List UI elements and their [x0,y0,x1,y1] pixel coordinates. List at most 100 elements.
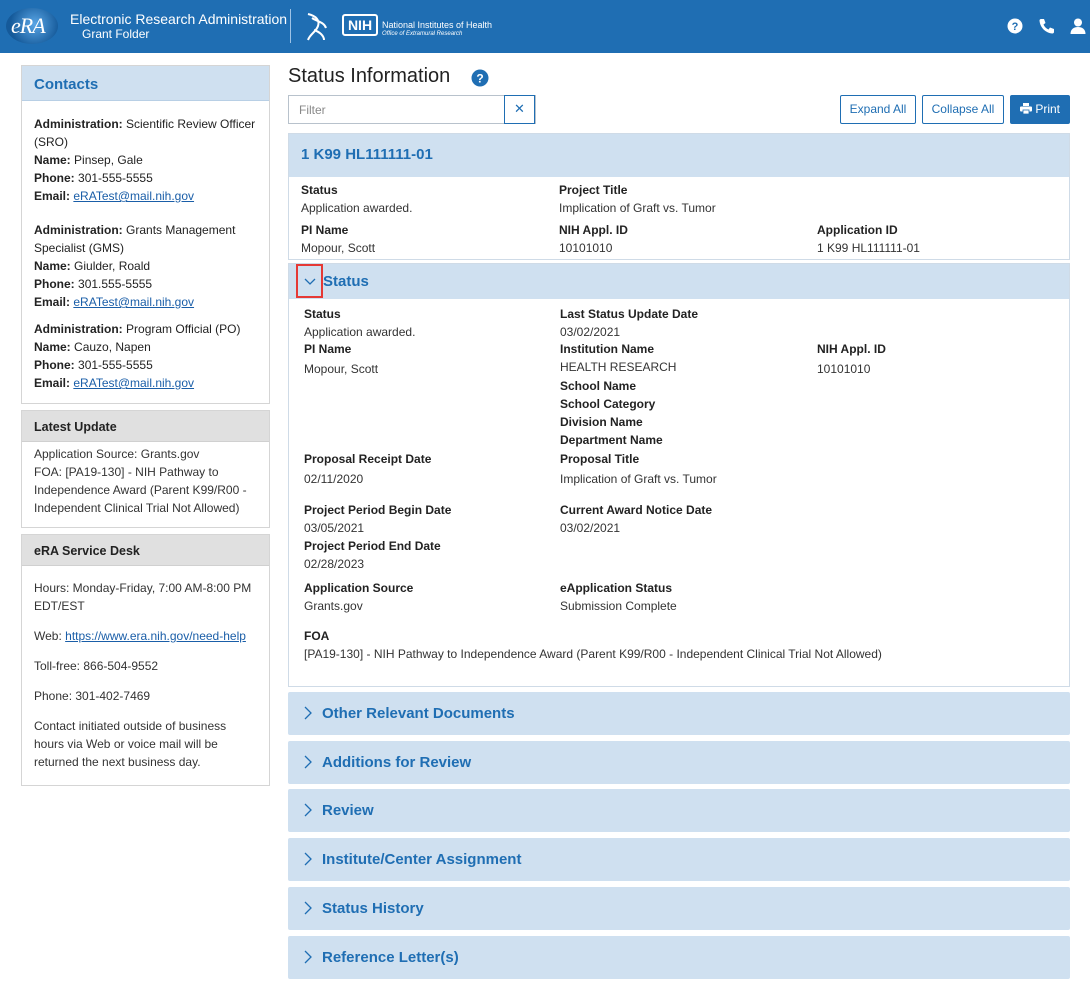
service-desk-phone: Phone: 301-402-7469 [34,689,151,703]
need-help-link[interactable]: https://www.era.nih.gov/need-help [65,629,246,643]
collapse-status-toggle[interactable] [296,264,323,298]
field-value: Application awarded. [304,325,416,339]
field-label: PI Name [301,223,349,237]
accordion-additions-for-review[interactable]: Additions for Review [288,741,1070,784]
field-value: 03/02/2021 [560,521,621,535]
contact-entry-sro: Administration: Scientific Review Office… [22,115,269,205]
svg-text:?: ? [476,72,483,86]
grant-summary-panel: 1 K99 HL111111-01 Status Application awa… [288,133,1070,260]
contact-entry-gms: Administration: Grants Management Specia… [22,221,269,311]
pi-name-field: PI Name Mopour, Scott [304,340,378,378]
service-desk-note: Contact initiated outside of business ho… [34,719,227,769]
email-label: Email: [34,376,71,390]
service-desk-tollfree: Toll-free: 866-504-9552 [34,659,159,673]
nih-name: National Institutes of Health [382,20,493,30]
accordion-institute-center-assignment[interactable]: Institute/Center Assignment [288,838,1070,881]
period-end-value: 02/28/2023 [304,557,365,571]
accordion-label: Status History [322,900,424,917]
era-logo-text: eRA [11,13,46,38]
contacts-panel: Contacts Administration: Scientific Revi… [21,65,270,404]
web-label: Web: [34,629,62,643]
field-value: Implication of Graft vs. Tumor [560,472,717,486]
admin-label: Administration: [34,322,123,336]
name-value: Pinsep, Gale [74,153,143,167]
email-label: Email: [34,189,71,203]
latest-update-title: Latest Update [22,411,269,442]
latest-update-source: Application Source: Grants.gov [34,447,200,461]
page-title: Status Information [288,65,451,87]
era-logo[interactable]: eRA [6,8,58,44]
user-icon[interactable] [1069,17,1087,35]
division-name-label: Division Name [560,415,643,429]
field-value: Mopour, Scott [304,362,379,376]
field-label: NIH Appl. ID [817,342,886,356]
accordion-label: Institute/Center Assignment [322,851,522,868]
grant-appl-id-field: NIH Appl. ID 10101010 [559,221,628,257]
field-value: 10101010 [817,362,871,376]
period-end-label: Project Period End Date [304,539,441,553]
field-value: Implication of Graft vs. Tumor [559,201,716,215]
field-value: Application awarded. [301,201,413,215]
clear-filter-button[interactable]: ✕ [504,95,535,124]
field-label: Current Award Notice Date [560,503,713,517]
eapplication-status-field: eApplication Status Submission Complete [560,579,677,615]
school-category-label: School Category [560,397,656,411]
field-label: Project Period Begin Date [304,503,452,517]
top-header: eRA Electronic Research Administration G… [0,0,1090,53]
field-value: HEALTH RESEARCH [560,360,677,374]
foa-field: FOA [PA19-130] - NIH Pathway to Independ… [304,627,882,663]
status-section-header[interactable]: Status [289,264,1069,299]
proposal-receipt-field: Proposal Receipt Date 02/11/2020 [304,450,431,488]
accordion-reference-letters[interactable]: Reference Letter(s) [288,936,1070,979]
field-value: Grants.gov [304,599,363,613]
grant-number: 1 K99 HL111111-01 [289,134,1069,177]
field-label: Status [301,183,338,197]
status-section-title: Status [323,273,369,290]
field-label: PI Name [304,342,352,356]
admin-label: Administration: [34,117,123,131]
svg-text:?: ? [1012,21,1019,33]
accordion-review[interactable]: Review [288,789,1070,832]
latest-update-panel: Latest Update Application Source: Grants… [21,410,270,528]
field-value: [PA19-130] - NIH Pathway to Independence… [304,647,882,661]
grant-pi-field: PI Name Mopour, Scott [301,221,375,257]
email-link[interactable]: eRATest@mail.nih.gov [73,376,194,390]
accordion-other-relevant-documents[interactable]: Other Relevant Documents [288,692,1070,735]
chevron-down-icon [304,278,316,285]
expand-all-button[interactable]: Expand All [840,95,916,124]
school-name-label: School Name [560,379,637,393]
accordion-label: Review [322,802,374,819]
phone-label: Phone: [34,358,75,372]
email-link[interactable]: eRATest@mail.nih.gov [73,295,194,309]
collapse-all-button[interactable]: Collapse All [922,95,1004,124]
latest-update-foa: FOA: [PA19-130] - NIH Pathway to Indepen… [34,465,247,515]
status-section: Status Status Application awarded. Last … [288,263,1070,687]
accordion-status-history[interactable]: Status History [288,887,1070,930]
phone-icon[interactable] [1038,17,1056,35]
service-desk-panel: eRA Service Desk Hours: Monday-Friday, 7… [21,534,270,786]
contacts-title: Contacts [22,66,269,101]
filter-input[interactable] [289,96,506,123]
field-label: NIH Appl. ID [559,223,628,237]
field-value: Submission Complete [560,599,677,613]
header-divider [290,9,291,43]
contact-entry-po: Administration: Program Official (PO) Na… [22,320,269,392]
phone-label: Phone: [34,277,75,291]
chevron-right-icon [304,950,312,964]
question-circle-icon[interactable]: ? [471,69,489,87]
phone-value: 301.555-5555 [78,277,153,291]
question-circle-icon[interactable]: ? [1006,17,1024,35]
admin-label: Administration: [34,223,123,237]
grant-status-field: Status Application awarded. [301,181,412,217]
chevron-right-icon [304,706,312,720]
name-value: Cauzo, Napen [74,340,151,354]
field-label: Status [304,307,341,321]
nih-logo[interactable]: NIH [342,14,378,36]
email-link[interactable]: eRATest@mail.nih.gov [73,189,194,203]
phone-value: 301-555-5555 [78,171,153,185]
field-value: 10101010 [559,241,613,255]
institution-field: Institution Name HEALTH RESEARCH School … [560,340,676,449]
chevron-right-icon [304,901,312,915]
service-desk-hours: Hours: Monday-Friday, 7:00 AM-8:00 PM ED… [34,581,252,613]
print-button[interactable]: Print [1010,95,1070,124]
